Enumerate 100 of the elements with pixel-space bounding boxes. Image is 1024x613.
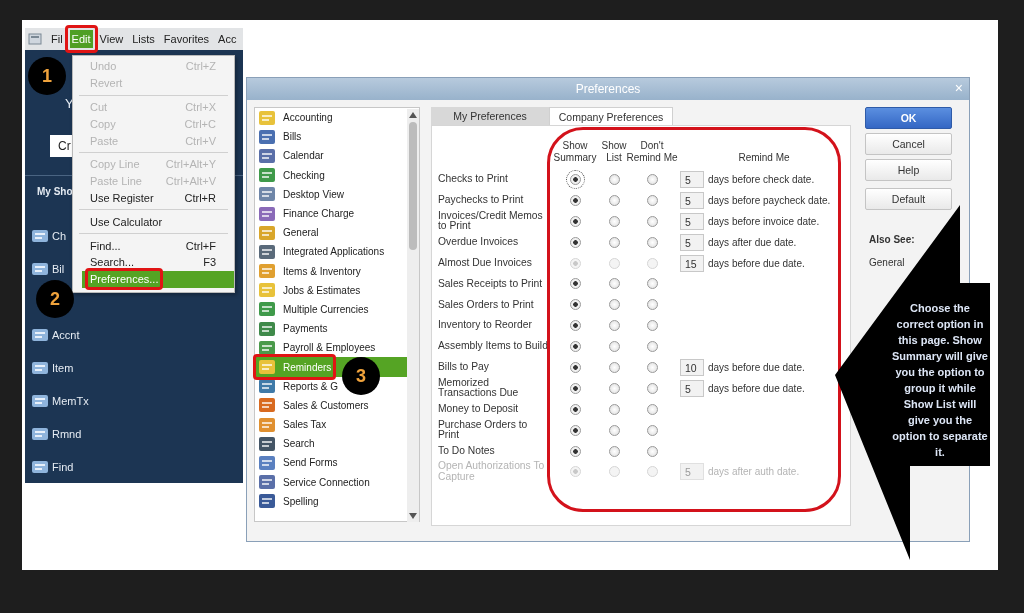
days-field[interactable]: 10 (680, 358, 704, 376)
radio-button[interactable] (569, 299, 581, 311)
days-field[interactable]: 5 (680, 170, 704, 188)
row-label: Paychecks to Print (438, 195, 525, 206)
radio-button[interactable] (608, 320, 620, 332)
days-field[interactable]: 5 (680, 379, 704, 397)
shortcut-icon (31, 326, 49, 343)
menu-entry[interactable]: Find... Ctrl+F (73, 237, 234, 254)
category-item[interactable]: Bills (255, 127, 407, 147)
menu-item[interactable]: Fil (49, 30, 65, 48)
dialog-button[interactable]: Cancel (865, 133, 952, 155)
radio-button[interactable] (569, 278, 581, 290)
radio-button[interactable] (569, 173, 581, 185)
shortcut-icon (31, 425, 49, 442)
category-icon (258, 147, 276, 164)
radio-button[interactable] (608, 424, 620, 436)
radio-button[interactable] (608, 173, 620, 185)
radio-button[interactable] (608, 445, 620, 457)
radio-button[interactable] (646, 424, 658, 436)
category-item[interactable]: Multiple Currencies (255, 299, 407, 320)
radio-button[interactable] (646, 403, 658, 415)
menu-entry[interactable]: Search... F3 (73, 253, 234, 271)
category-icon (258, 263, 276, 280)
radio-button[interactable] (646, 445, 658, 457)
category-item[interactable]: Send Forms (255, 453, 407, 473)
category-item[interactable]: Desktop View (255, 184, 407, 204)
shortcut-label[interactable]: Find (52, 460, 74, 473)
menu-item[interactable]: Lists (130, 30, 157, 48)
category-icon (258, 454, 276, 471)
category-item[interactable]: Payroll & Employees (255, 338, 407, 358)
shortcut-label[interactable]: Item (52, 361, 74, 374)
category-item[interactable]: Sales & Customers (255, 395, 407, 415)
menu-item[interactable]: Favorites (161, 30, 212, 48)
dialog-button[interactable]: OK (865, 107, 952, 129)
shortcut-label[interactable]: Bil (52, 262, 65, 275)
radio-button[interactable] (608, 361, 620, 373)
row-label: Sales Receipts to Print (438, 278, 544, 290)
dialog-button[interactable]: Default (865, 188, 952, 210)
remind-text: days before check date. (708, 173, 815, 185)
menu-entry[interactable]: Use Calculator (73, 213, 234, 231)
shortcut-label[interactable]: Ch (52, 229, 67, 242)
radio-button[interactable] (646, 341, 658, 353)
radio-button[interactable] (608, 278, 620, 290)
radio-button[interactable] (569, 194, 581, 206)
menu-item[interactable]: View (97, 30, 126, 48)
shortcut-icon (31, 359, 49, 376)
dialog-button[interactable]: Help (865, 159, 952, 181)
radio-button[interactable] (569, 341, 581, 353)
radio-button[interactable] (646, 278, 658, 290)
days-field[interactable]: 15 (680, 254, 704, 272)
category-item[interactable]: Calendar (255, 146, 407, 166)
category-item[interactable]: Jobs & Estimates (255, 280, 407, 300)
tab[interactable]: My Preferences (431, 107, 549, 125)
remind-text: days after auth date. (708, 466, 800, 478)
category-item[interactable]: Payments (255, 319, 407, 339)
radio-button[interactable] (608, 403, 620, 415)
shortcut-label[interactable]: MemTx (52, 394, 89, 407)
radio-button[interactable] (608, 341, 620, 353)
radio-button[interactable] (608, 382, 620, 394)
radio-button[interactable] (569, 320, 581, 332)
shortcut-label[interactable]: Rmnd (52, 427, 82, 440)
radio-button[interactable] (646, 215, 658, 227)
radio-button[interactable] (569, 215, 581, 227)
category-item[interactable]: Integrated Applications (255, 242, 407, 262)
radio-button[interactable] (608, 236, 620, 248)
also-see-link[interactable]: General (869, 257, 905, 268)
remind-text: days before invoice date. (708, 215, 820, 227)
radio-button[interactable] (646, 320, 658, 332)
menu-item[interactable]: Acc (216, 30, 239, 48)
category-item[interactable]: Items & Inventory (255, 261, 407, 281)
category-item[interactable]: Service Connection (255, 472, 407, 492)
radio-button[interactable] (646, 382, 658, 394)
category-item[interactable]: Finance Charge (255, 203, 407, 224)
days-field[interactable]: 5 (680, 233, 704, 251)
radio-button[interactable] (569, 382, 581, 394)
days-field[interactable]: 5 (680, 191, 704, 209)
radio-button[interactable] (569, 403, 581, 415)
radio-button[interactable] (646, 236, 658, 248)
radio-button[interactable] (646, 361, 658, 373)
radio-button[interactable] (646, 194, 658, 206)
radio-button[interactable] (569, 236, 581, 248)
radio-button[interactable] (608, 194, 620, 206)
shortcut-label[interactable]: Accnt (52, 328, 80, 341)
radio-button[interactable] (608, 299, 620, 311)
remind-text: days before due date. (708, 382, 805, 394)
radio-button[interactable] (569, 445, 581, 457)
days-field[interactable]: 5 (680, 212, 704, 230)
category-item[interactable]: General (255, 223, 407, 243)
radio-button[interactable] (608, 215, 620, 227)
category-item[interactable]: Sales Tax (255, 415, 407, 435)
tab[interactable]: Company Preferences (549, 107, 673, 125)
category-item[interactable]: Accounting (255, 108, 407, 128)
category-item[interactable]: Checking (255, 165, 407, 185)
column-header: Don't Remind Me (626, 139, 678, 165)
category-item[interactable]: Spelling (255, 491, 407, 511)
category-item[interactable]: Search (255, 434, 407, 454)
radio-button[interactable] (569, 361, 581, 373)
radio-button[interactable] (646, 299, 658, 311)
radio-button[interactable] (569, 424, 581, 436)
radio-button[interactable] (646, 173, 658, 185)
